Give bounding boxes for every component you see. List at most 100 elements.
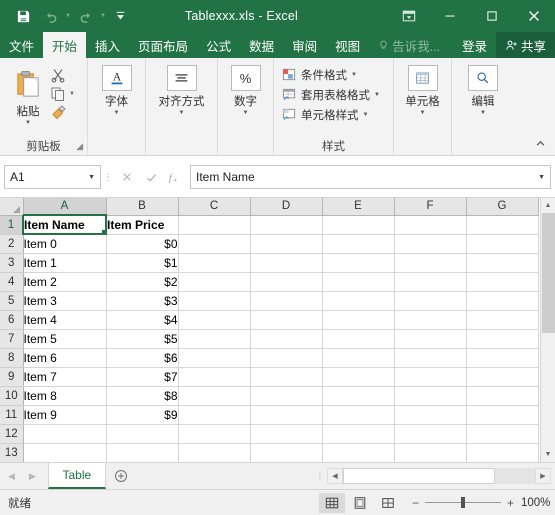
tell-me-box[interactable]: 告诉我... (369, 32, 449, 58)
cell-c9[interactable] (178, 367, 251, 387)
row-header-10[interactable]: 10 (0, 386, 24, 406)
font-button[interactable]: A 字体 ▼ (94, 64, 139, 117)
cell-f1[interactable] (394, 215, 467, 235)
select-all-button[interactable] (0, 198, 24, 216)
tab-view[interactable]: 视图 (326, 32, 369, 58)
column-header-e[interactable]: E (322, 198, 395, 216)
zoom-slider[interactable] (425, 497, 501, 508)
alignment-button[interactable]: 对齐方式 ▼ (152, 64, 211, 117)
cell-f2[interactable] (394, 234, 467, 254)
cell-b4[interactable]: $2 (106, 272, 179, 292)
number-dropdown-icon[interactable]: ▼ (243, 109, 249, 117)
format-as-table-button[interactable]: 套用表格格式 ▼ (280, 85, 382, 104)
insert-function-button[interactable]: f x (163, 165, 187, 189)
cell-c8[interactable] (178, 348, 251, 368)
number-button[interactable]: % 数字 ▼ (224, 64, 267, 117)
tab-home[interactable]: 开始 (43, 32, 87, 58)
cell-b7[interactable]: $5 (106, 329, 179, 349)
tab-formulas[interactable]: 公式 (197, 32, 240, 58)
scroll-left-button[interactable]: ◀ (327, 468, 343, 484)
alignment-dropdown-icon[interactable]: ▼ (179, 109, 185, 117)
cell-f12[interactable] (394, 424, 467, 444)
cell-e5[interactable] (322, 291, 395, 311)
cell-d12[interactable] (250, 424, 323, 444)
cell-styles-dropdown-icon[interactable]: ▼ (363, 112, 369, 118)
maximize-button[interactable] (471, 0, 513, 32)
collapse-ribbon-button[interactable] (531, 135, 549, 151)
add-sheet-button[interactable] (106, 463, 136, 489)
column-header-g[interactable]: G (466, 198, 539, 216)
formula-bar-grip[interactable]: ⋮ (101, 165, 115, 189)
row-header-8[interactable]: 8 (0, 348, 24, 368)
cell-c3[interactable] (178, 253, 251, 273)
cell-d1[interactable] (250, 215, 323, 235)
scroll-down-button[interactable]: ▼ (541, 447, 555, 462)
name-box[interactable]: A1 ▼ (4, 165, 101, 189)
cell-a5[interactable]: Item 3 (23, 291, 107, 311)
row-header-5[interactable]: 5 (0, 291, 24, 311)
cell-a12[interactable] (23, 424, 107, 444)
cell-a4[interactable]: Item 2 (23, 272, 107, 292)
copy-dropdown-icon[interactable]: ▼ (68, 91, 75, 97)
scroll-right-button[interactable]: ▶ (535, 468, 551, 484)
row-header-2[interactable]: 2 (0, 234, 24, 254)
cell-d10[interactable] (250, 386, 323, 406)
zoom-in-button[interactable]: + (506, 496, 515, 510)
cell-g13[interactable] (466, 443, 539, 462)
cell-e9[interactable] (322, 367, 395, 387)
zoom-slider-thumb[interactable] (461, 497, 465, 508)
tab-insert[interactable]: 插入 (86, 32, 129, 58)
cell-a11[interactable]: Item 9 (23, 405, 107, 425)
scroll-up-button[interactable]: ▲ (541, 198, 555, 213)
cell-b11[interactable]: $9 (106, 405, 179, 425)
cell-g4[interactable] (466, 272, 539, 292)
cell-c4[interactable] (178, 272, 251, 292)
cell-c13[interactable] (178, 443, 251, 462)
vertical-scroll-track[interactable] (541, 213, 555, 447)
cell-c2[interactable] (178, 234, 251, 254)
cell-f4[interactable] (394, 272, 467, 292)
cell-c1[interactable] (178, 215, 251, 235)
tab-data[interactable]: 数据 (240, 32, 283, 58)
row-header-3[interactable]: 3 (0, 253, 24, 273)
normal-view-button[interactable] (319, 492, 345, 513)
cell-d3[interactable] (250, 253, 323, 273)
cell-f9[interactable] (394, 367, 467, 387)
cell-b10[interactable]: $8 (106, 386, 179, 406)
vertical-scrollbar[interactable]: ▲ ▼ (540, 198, 555, 462)
cell-f11[interactable] (394, 405, 467, 425)
cell-g10[interactable] (466, 386, 539, 406)
cell-b5[interactable]: $3 (106, 291, 179, 311)
row-header-7[interactable]: 7 (0, 329, 24, 349)
horizontal-scroll-grip[interactable]: ⋮ (313, 463, 327, 489)
row-header-11[interactable]: 11 (0, 405, 24, 425)
undo-button[interactable]: ▼ (38, 4, 71, 28)
cell-f10[interactable] (394, 386, 467, 406)
cell-e6[interactable] (322, 310, 395, 330)
cell-e1[interactable] (322, 215, 395, 235)
tab-review[interactable]: 审阅 (283, 32, 326, 58)
editing-dropdown-icon[interactable]: ▼ (480, 109, 486, 117)
cell-e12[interactable] (322, 424, 395, 444)
ribbon-display-options-button[interactable] (389, 0, 429, 32)
column-header-b[interactable]: B (106, 198, 179, 216)
close-button[interactable] (513, 0, 555, 32)
row-header-4[interactable]: 4 (0, 272, 24, 292)
previous-sheet-button[interactable]: ◀ (8, 471, 15, 482)
conditional-formatting-dropdown-icon[interactable]: ▼ (351, 72, 357, 78)
spreadsheet-grid[interactable]: A B C D E F G 1 Item Name Item Price 2 I… (0, 198, 555, 462)
cancel-formula-button[interactable] (115, 165, 139, 189)
cell-g5[interactable] (466, 291, 539, 311)
cell-a1[interactable]: Item Name (22, 214, 107, 235)
share-button[interactable]: 共享 (495, 32, 555, 58)
horizontal-scrollbar[interactable]: ◀ ▶ (327, 468, 551, 484)
cell-g7[interactable] (466, 329, 539, 349)
conditional-formatting-button[interactable]: 条件格式 ▼ (280, 65, 382, 84)
save-button[interactable] (10, 4, 36, 28)
cell-d6[interactable] (250, 310, 323, 330)
formula-input[interactable]: Item Name ▼ (190, 165, 551, 189)
cell-f7[interactable] (394, 329, 467, 349)
cell-f6[interactable] (394, 310, 467, 330)
cell-d13[interactable] (250, 443, 323, 462)
cell-e7[interactable] (322, 329, 395, 349)
